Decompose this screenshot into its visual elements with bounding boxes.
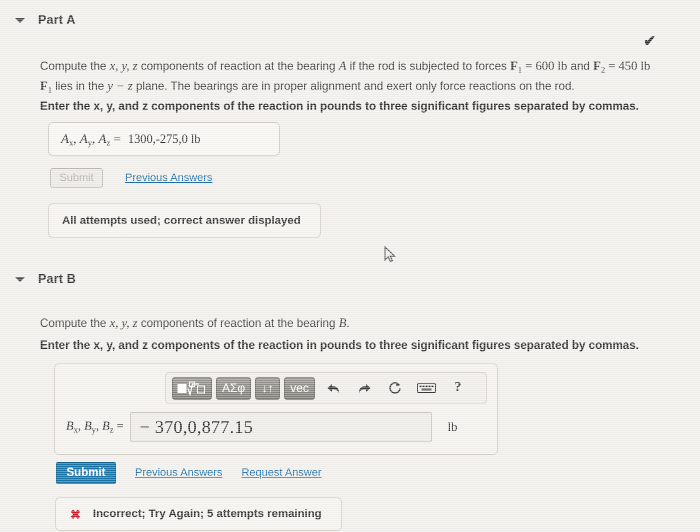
part-b-incorrect-text: Incorrect; Try Again; 5 attempts remaini…: [92, 508, 322, 520]
part-a-answer-value: 1300,-275,0 lb: [127, 131, 201, 146]
q-a-vars: x, y, z: [109, 59, 138, 73]
q-a-force2-val: = 450 lb: [605, 59, 651, 73]
label-ax: A: [61, 130, 69, 146]
math-template-button[interactable]: [172, 376, 212, 400]
part-a-answer-label: Ax, Ay, Az =: [61, 130, 121, 148]
q-a-force2: F: [593, 59, 601, 73]
undo-arrow-icon[interactable]: [322, 377, 346, 400]
x-mark-icon: ✖: [70, 506, 81, 522]
part-b-header[interactable]: Part B: [14, 272, 76, 286]
math-updown-button[interactable]: ↓↑: [255, 376, 281, 400]
q-a-line2-b: plane. The bearings are in proper alignm…: [132, 80, 575, 94]
part-b-title: Part B: [38, 272, 77, 286]
label-bz-sub: z: [109, 424, 114, 435]
label-a-equals: =: [113, 130, 121, 146]
part-a-submit-button: Submit: [50, 168, 103, 188]
part-a-title: Part A: [38, 13, 76, 27]
part-a-question: Compute the x, y, z components of reacti…: [40, 58, 664, 99]
part-a-button-row: Submit Previous Answers: [50, 168, 212, 188]
label-bz: B: [102, 419, 110, 434]
part-a-answer-box: Ax, Ay, Az = 1300,-275,0 lb: [48, 122, 280, 156]
part-b-request-answer-link[interactable]: Request Answer: [241, 467, 321, 479]
assignment-page: Part A ✔ Compute the x, y, z components …: [0, 0, 700, 532]
math-symbols-button[interactable]: ΑΣφ: [216, 376, 252, 400]
part-a-status-text: All attempts used; correct answer displa…: [62, 214, 301, 227]
keyboard-icon[interactable]: [415, 377, 439, 400]
part-b-answer-label: Bx, By, Bz =: [66, 419, 124, 435]
part-b-answer-row: Bx, By, Bz = − 370,0,877.15 lb: [66, 412, 488, 442]
q-b-vars: x, y, z: [109, 316, 138, 330]
q-a-post: if the rod is subjected to forces: [346, 60, 511, 73]
q-b-post: .: [346, 317, 350, 330]
part-b-submit-button[interactable]: Submit: [56, 462, 116, 484]
label-ay-sub: y: [87, 137, 92, 148]
q-a-pre: Compute the: [40, 60, 110, 73]
q-a-and: and: [567, 60, 594, 73]
math-help-button[interactable]: ?: [446, 377, 470, 400]
q-a-line2-a: lies in the: [52, 80, 108, 94]
caret-down-icon[interactable]: [14, 14, 26, 26]
label-b-equals: =: [116, 419, 124, 434]
part-b-instruction: Enter the x, y, and z components of the …: [40, 339, 639, 352]
math-vector-button[interactable]: vec: [284, 376, 315, 400]
part-b-button-row: Submit Previous Answers Request Answer: [56, 462, 322, 484]
q-a-force1: F: [510, 59, 518, 73]
label-ax-sub: x: [68, 137, 74, 148]
part-b-answer-input[interactable]: − 370,0,877.15: [129, 412, 432, 442]
redo-arrow-icon[interactable]: [353, 377, 377, 400]
q-a-mid: components of reaction at the bearing: [137, 60, 339, 73]
reset-circle-icon[interactable]: [384, 377, 408, 400]
q-a-line2-plane: y − z: [107, 79, 133, 94]
label-bx-sub: x: [73, 424, 78, 435]
math-toolbar: ΑΣφ ↓↑ vec ?: [165, 372, 487, 404]
label-by: B: [84, 419, 92, 434]
part-a-instruction: Enter the x, y, and z components of the …: [40, 100, 639, 113]
label-az-sub: z: [106, 137, 111, 148]
part-b-unit-label: lb: [447, 419, 458, 434]
label-ay: A: [79, 130, 88, 146]
part-b-incorrect-box: ✖ Incorrect; Try Again; 5 attempts remai…: [55, 497, 342, 531]
q-b-pre: Compute the: [40, 317, 110, 330]
label-bx: B: [66, 419, 74, 434]
part-a-previous-answers-link[interactable]: Previous Answers: [125, 172, 212, 184]
label-by-sub: y: [91, 424, 96, 435]
check-icon: ✔: [643, 33, 656, 50]
part-b-answer-container: ΑΣφ ↓↑ vec ? Bx, By, Bz = − 370,0,877.15…: [54, 363, 498, 455]
mouse-pointer-icon: [384, 245, 397, 264]
q-a-force1-val: = 600 lb: [522, 59, 568, 73]
q-b-mid: components of reaction at the bearing: [137, 317, 339, 330]
part-b-question: Compute the x, y, z components of reacti…: [40, 315, 664, 332]
q-a-line2-force: F: [40, 79, 48, 94]
part-a-status-box: All attempts used; correct answer displa…: [48, 203, 321, 238]
part-a-header[interactable]: Part A: [14, 13, 76, 27]
part-b-previous-answers-link[interactable]: Previous Answers: [135, 467, 222, 479]
caret-down-icon[interactable]: [14, 273, 26, 285]
